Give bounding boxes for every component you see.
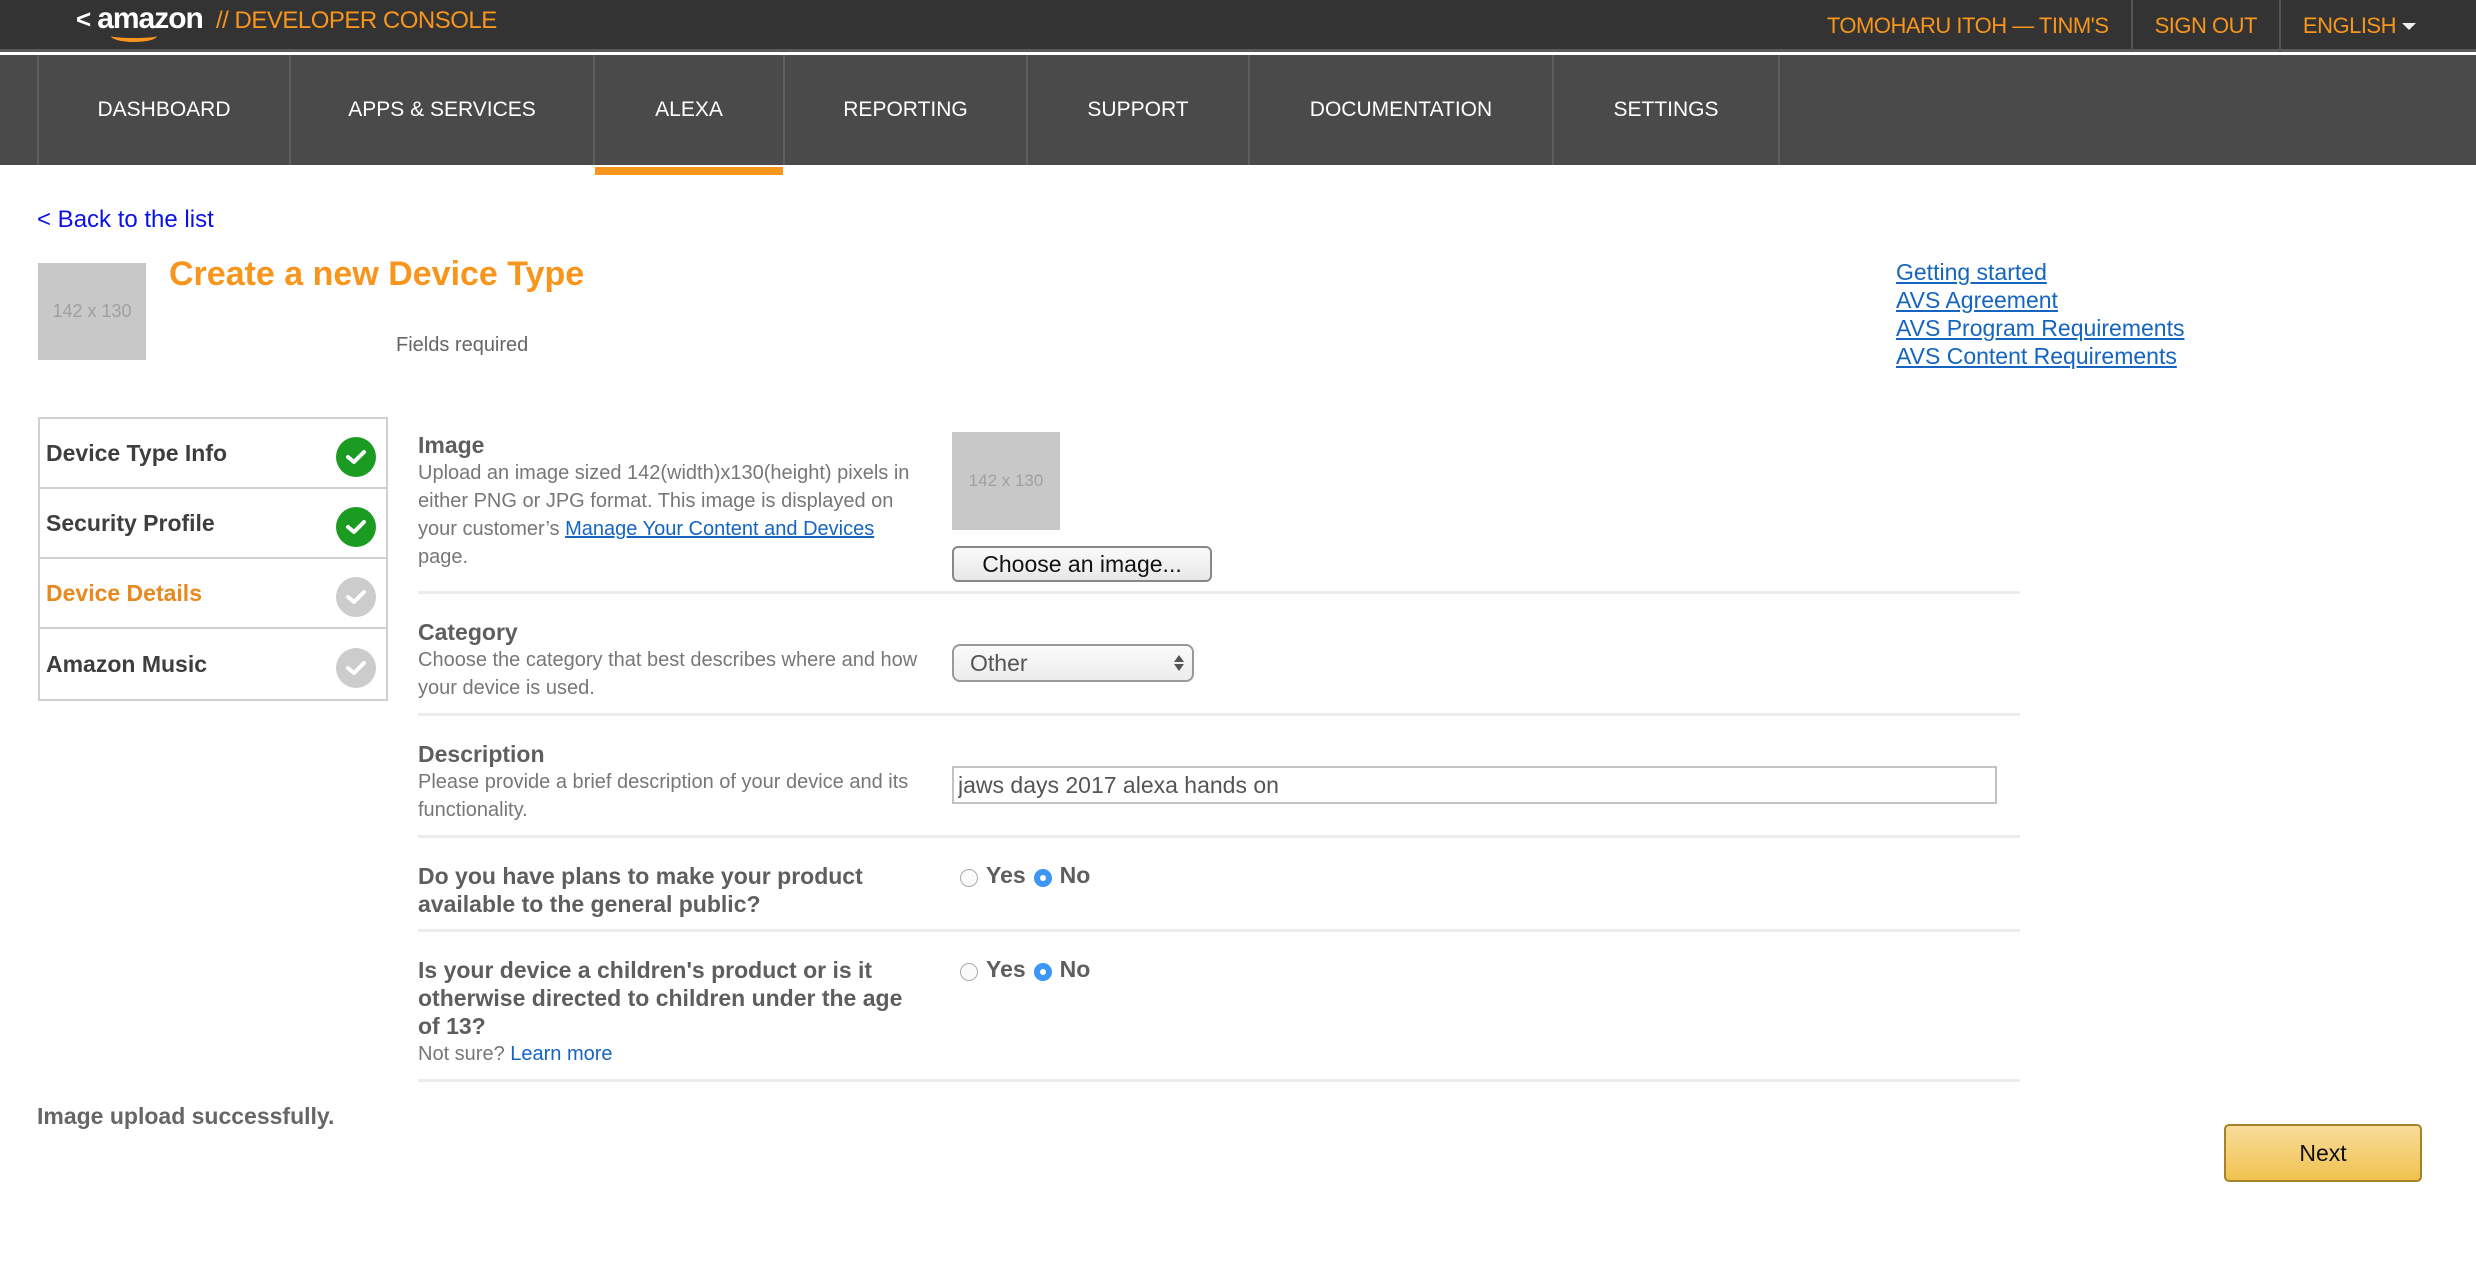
step-label: Device Details [46, 579, 202, 606]
step-label: Amazon Music [46, 650, 208, 677]
developer-console-label: // DEVELOPER CONSOLE [216, 7, 497, 34]
general-public-row: Do you have plans to make your product a… [418, 838, 2020, 932]
description-field-title: Description [418, 741, 545, 767]
nav-apps-services[interactable]: APPS & SERVICES [291, 55, 595, 165]
description-field-description: Please provide a brief description of yo… [418, 771, 909, 821]
upload-status-message: Image upload successfully. [37, 1103, 335, 1129]
top-bar: < amazon // DEVELOPER CONSOLE TOMOHARU I… [0, 0, 2476, 52]
caret-down-icon [2402, 22, 2416, 30]
image-field-description: Upload an image sized 142(width)x130(hei… [418, 462, 910, 568]
getting-started-link[interactable]: Getting started [1896, 258, 2184, 286]
main-nav: DASHBOARD APPS & SERVICES ALEXA REPORTIN… [0, 55, 2476, 175]
children-product-radio-group: Yes No [952, 956, 1090, 983]
category-selected-value: Other [970, 649, 1028, 676]
step-device-type-info[interactable]: Device Type Info [40, 419, 386, 489]
learn-more-link[interactable]: Learn more [510, 1043, 612, 1065]
nav-reporting[interactable]: REPORTING [785, 55, 1028, 165]
nav-support[interactable]: SUPPORT [1028, 55, 1250, 165]
children-product-no-radio[interactable] [1033, 962, 1052, 981]
choose-image-button[interactable]: Choose an image... [952, 546, 1212, 582]
image-preview: 142 x 130 [952, 432, 1060, 530]
language-dropdown[interactable]: ENGLISH [2281, 0, 2476, 52]
help-links: Getting started AVS Agreement AVS Progra… [1896, 258, 2184, 370]
no-label: No [1059, 956, 1091, 982]
next-button[interactable]: Next [2224, 1124, 2422, 1182]
select-arrows-icon [1174, 655, 1184, 671]
yes-label: Yes [986, 862, 1026, 888]
general-public-no-radio[interactable] [1033, 868, 1052, 887]
page-title: Create a new Device Type [169, 255, 585, 293]
device-details-form: Image Upload an image sized 142(width)x1… [418, 425, 2020, 1082]
category-select[interactable]: Other [952, 644, 1194, 682]
account-menu: TOMOHARU ITOH — TINM'S SIGN OUT ENGLISH [1805, 0, 2476, 52]
children-product-row: Is your device a children's product or i… [418, 932, 2020, 1082]
not-sure-note: Not sure? Learn more [418, 1043, 613, 1065]
amazon-logo[interactable]: < amazon [76, 4, 204, 44]
check-pending-icon [336, 648, 376, 688]
nav-dashboard[interactable]: DASHBOARD [39, 55, 291, 165]
image-field-title: Image [418, 432, 485, 458]
placeholder-label: 142 x 130 [52, 301, 132, 321]
step-label: Device Type Info [46, 439, 228, 466]
nav-alexa[interactable]: ALEXA [595, 55, 785, 175]
category-row: Category Choose the category that best d… [418, 594, 2020, 716]
avs-content-requirements-link[interactable]: AVS Content Requirements [1896, 342, 2184, 370]
fields-required-note: Fields required [396, 334, 529, 356]
nav-documentation[interactable]: DOCUMENTATION [1250, 55, 1554, 165]
back-to-list-link[interactable]: < Back to the list [37, 206, 214, 234]
image-row: Image Upload an image sized 142(width)x1… [418, 425, 2020, 594]
description-input[interactable] [952, 766, 1997, 804]
children-product-question: Is your device a children's product or i… [418, 957, 903, 1039]
step-device-details[interactable]: Device Details [40, 559, 386, 629]
step-security-profile[interactable]: Security Profile [40, 489, 386, 559]
manage-content-devices-link[interactable]: Manage Your Content and Devices [565, 518, 874, 540]
no-label: No [1059, 862, 1091, 888]
placeholder-label: 142 x 130 [968, 471, 1044, 490]
step-label: Security Profile [46, 509, 215, 536]
check-complete-icon [336, 437, 376, 477]
check-complete-icon [336, 507, 376, 547]
logo-wordmark: amazon [97, 4, 204, 42]
nav-settings[interactable]: SETTINGS [1554, 55, 1780, 165]
avs-agreement-link[interactable]: AVS Agreement [1896, 286, 2184, 314]
check-pending-icon [336, 577, 376, 617]
description-row: Description Please provide a brief descr… [418, 716, 2020, 838]
device-image-placeholder: 142 x 130 [38, 263, 146, 360]
yes-label: Yes [986, 956, 1026, 982]
language-label: ENGLISH [2302, 13, 2397, 38]
amazon-smile-icon [111, 30, 158, 42]
category-field-description: Choose the category that best describes … [418, 649, 918, 699]
avs-program-requirements-link[interactable]: AVS Program Requirements [1896, 314, 2184, 342]
back-chevron-icon: < [76, 4, 92, 34]
general-public-yes-radio[interactable] [960, 868, 978, 887]
general-public-question: Do you have plans to make your product a… [418, 863, 863, 917]
general-public-radio-group: Yes No [952, 862, 1090, 889]
user-account-link[interactable]: TOMOHARU ITOH — TINM'S [1805, 0, 2131, 52]
children-product-yes-radio[interactable] [960, 962, 978, 981]
category-field-title: Category [418, 619, 518, 645]
sign-out-link[interactable]: SIGN OUT [2133, 0, 2279, 52]
step-amazon-music[interactable]: Amazon Music [40, 629, 386, 699]
wizard-steps: Device Type Info Security Profile Device… [38, 417, 388, 701]
